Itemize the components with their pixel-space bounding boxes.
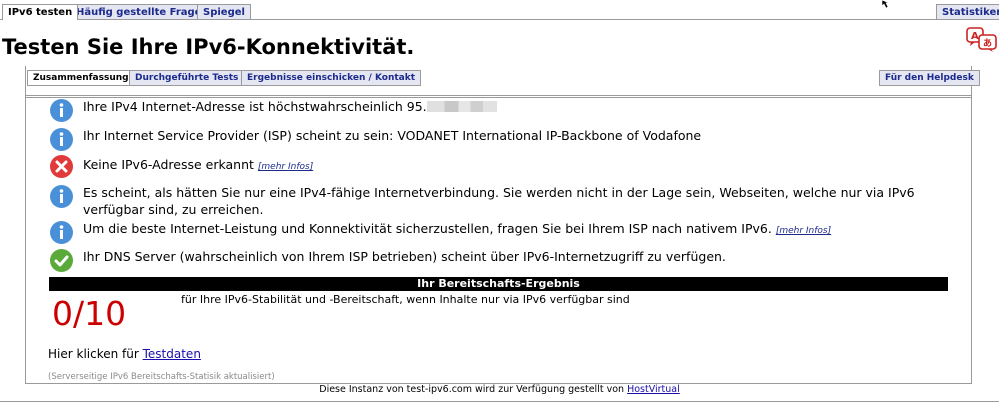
check-icon xyxy=(50,249,73,272)
footer: Diese Instanz von test-ipv6.com wird zur… xyxy=(0,384,999,396)
sub-tab-divider xyxy=(25,95,972,96)
info-icon xyxy=(50,221,73,244)
tab-performed-tests[interactable]: Durchgeführte Tests xyxy=(129,70,245,86)
svg-text:A: A xyxy=(971,31,979,42)
tab-ipv6-testen[interactable]: IPv6 testen xyxy=(2,4,79,20)
result-text: Ihre IPv4 Internet-Adresse ist höchstwah… xyxy=(83,99,427,114)
page-title: Testen Sie Ihre IPv6-Konnektivität. xyxy=(2,35,415,59)
svg-text:あ: あ xyxy=(983,38,992,49)
testdata-line: Hier klicken für Testdaten xyxy=(48,346,201,362)
footer-text: Diese Instanz von test-ipv6.com wird zur… xyxy=(319,384,625,395)
readiness-description: für Ihre IPv6-Stabilität und -Bereitscha… xyxy=(181,293,630,306)
result-isp: Ihr Internet Service Provider (ISP) sche… xyxy=(49,127,929,152)
readiness-score: 0/10 xyxy=(52,294,127,333)
redacted-ip xyxy=(426,101,497,112)
result-no-ipv6: Keine IPv6-Adresse erkannt [mehr Infos] xyxy=(49,154,929,179)
more-info-link[interactable]: [mehr Infos] xyxy=(258,162,313,172)
result-text: Es scheint, als hätten Sie nur eine IPv4… xyxy=(83,185,915,217)
sub-tab-bar: Zusammenfassung Durchgeführte Tests Erge… xyxy=(25,68,980,98)
tab-helpdesk[interactable]: Für den Helpdesk xyxy=(879,70,980,86)
bottom-divider xyxy=(0,401,999,402)
readiness-header: Ihr Bereitschafts-Ergebnis xyxy=(49,277,948,291)
more-info-link[interactable]: [mehr Infos] xyxy=(776,226,831,236)
result-dns: Ihr DNS Server (wahrscheinlich von Ihrem… xyxy=(49,248,929,273)
hostvirtual-link[interactable]: HostVirtual xyxy=(627,384,680,395)
tab-bar-divider xyxy=(0,19,999,20)
info-icon xyxy=(50,185,73,208)
top-tab-bar: IPv6 testen Häufig gestellte Fragen Spie… xyxy=(0,0,999,20)
error-icon xyxy=(50,155,73,178)
result-text: Ihr Internet Service Provider (ISP) sche… xyxy=(83,128,702,143)
tab-submit-results[interactable]: Ergebnisse einschicken / Kontakt xyxy=(241,70,422,86)
result-text: Um die beste Internet-Leistung und Konne… xyxy=(83,221,772,236)
testdata-prefix: Hier klicken für xyxy=(48,347,139,361)
tab-mirror[interactable]: Spiegel xyxy=(197,4,251,19)
mouse-cursor-icon xyxy=(881,0,890,8)
result-text: Ihr DNS Server (wahrscheinlich von Ihrem… xyxy=(83,249,726,264)
result-ipv4-only: Es scheint, als hätten Sie nur eine IPv4… xyxy=(49,184,929,220)
result-ipv4-address: Ihre IPv4 Internet-Adresse ist höchstwah… xyxy=(49,98,929,123)
tab-statistics[interactable]: Statistiken xyxy=(936,4,999,19)
result-text: Keine IPv6-Adresse erkannt xyxy=(83,157,254,172)
translate-icon[interactable]: A あ xyxy=(966,26,998,52)
info-icon xyxy=(50,128,73,151)
testdata-link[interactable]: Testdaten xyxy=(143,347,201,361)
result-ask-isp: Um die beste Internet-Leistung und Konne… xyxy=(49,220,929,245)
tab-faq[interactable]: Häufig gestellte Fragen xyxy=(70,4,215,19)
tab-summary[interactable]: Zusammenfassung xyxy=(27,70,135,86)
info-icon xyxy=(50,99,73,122)
stat-note: (Serverseitige IPv6 Bereitschafts-Statis… xyxy=(48,372,275,382)
